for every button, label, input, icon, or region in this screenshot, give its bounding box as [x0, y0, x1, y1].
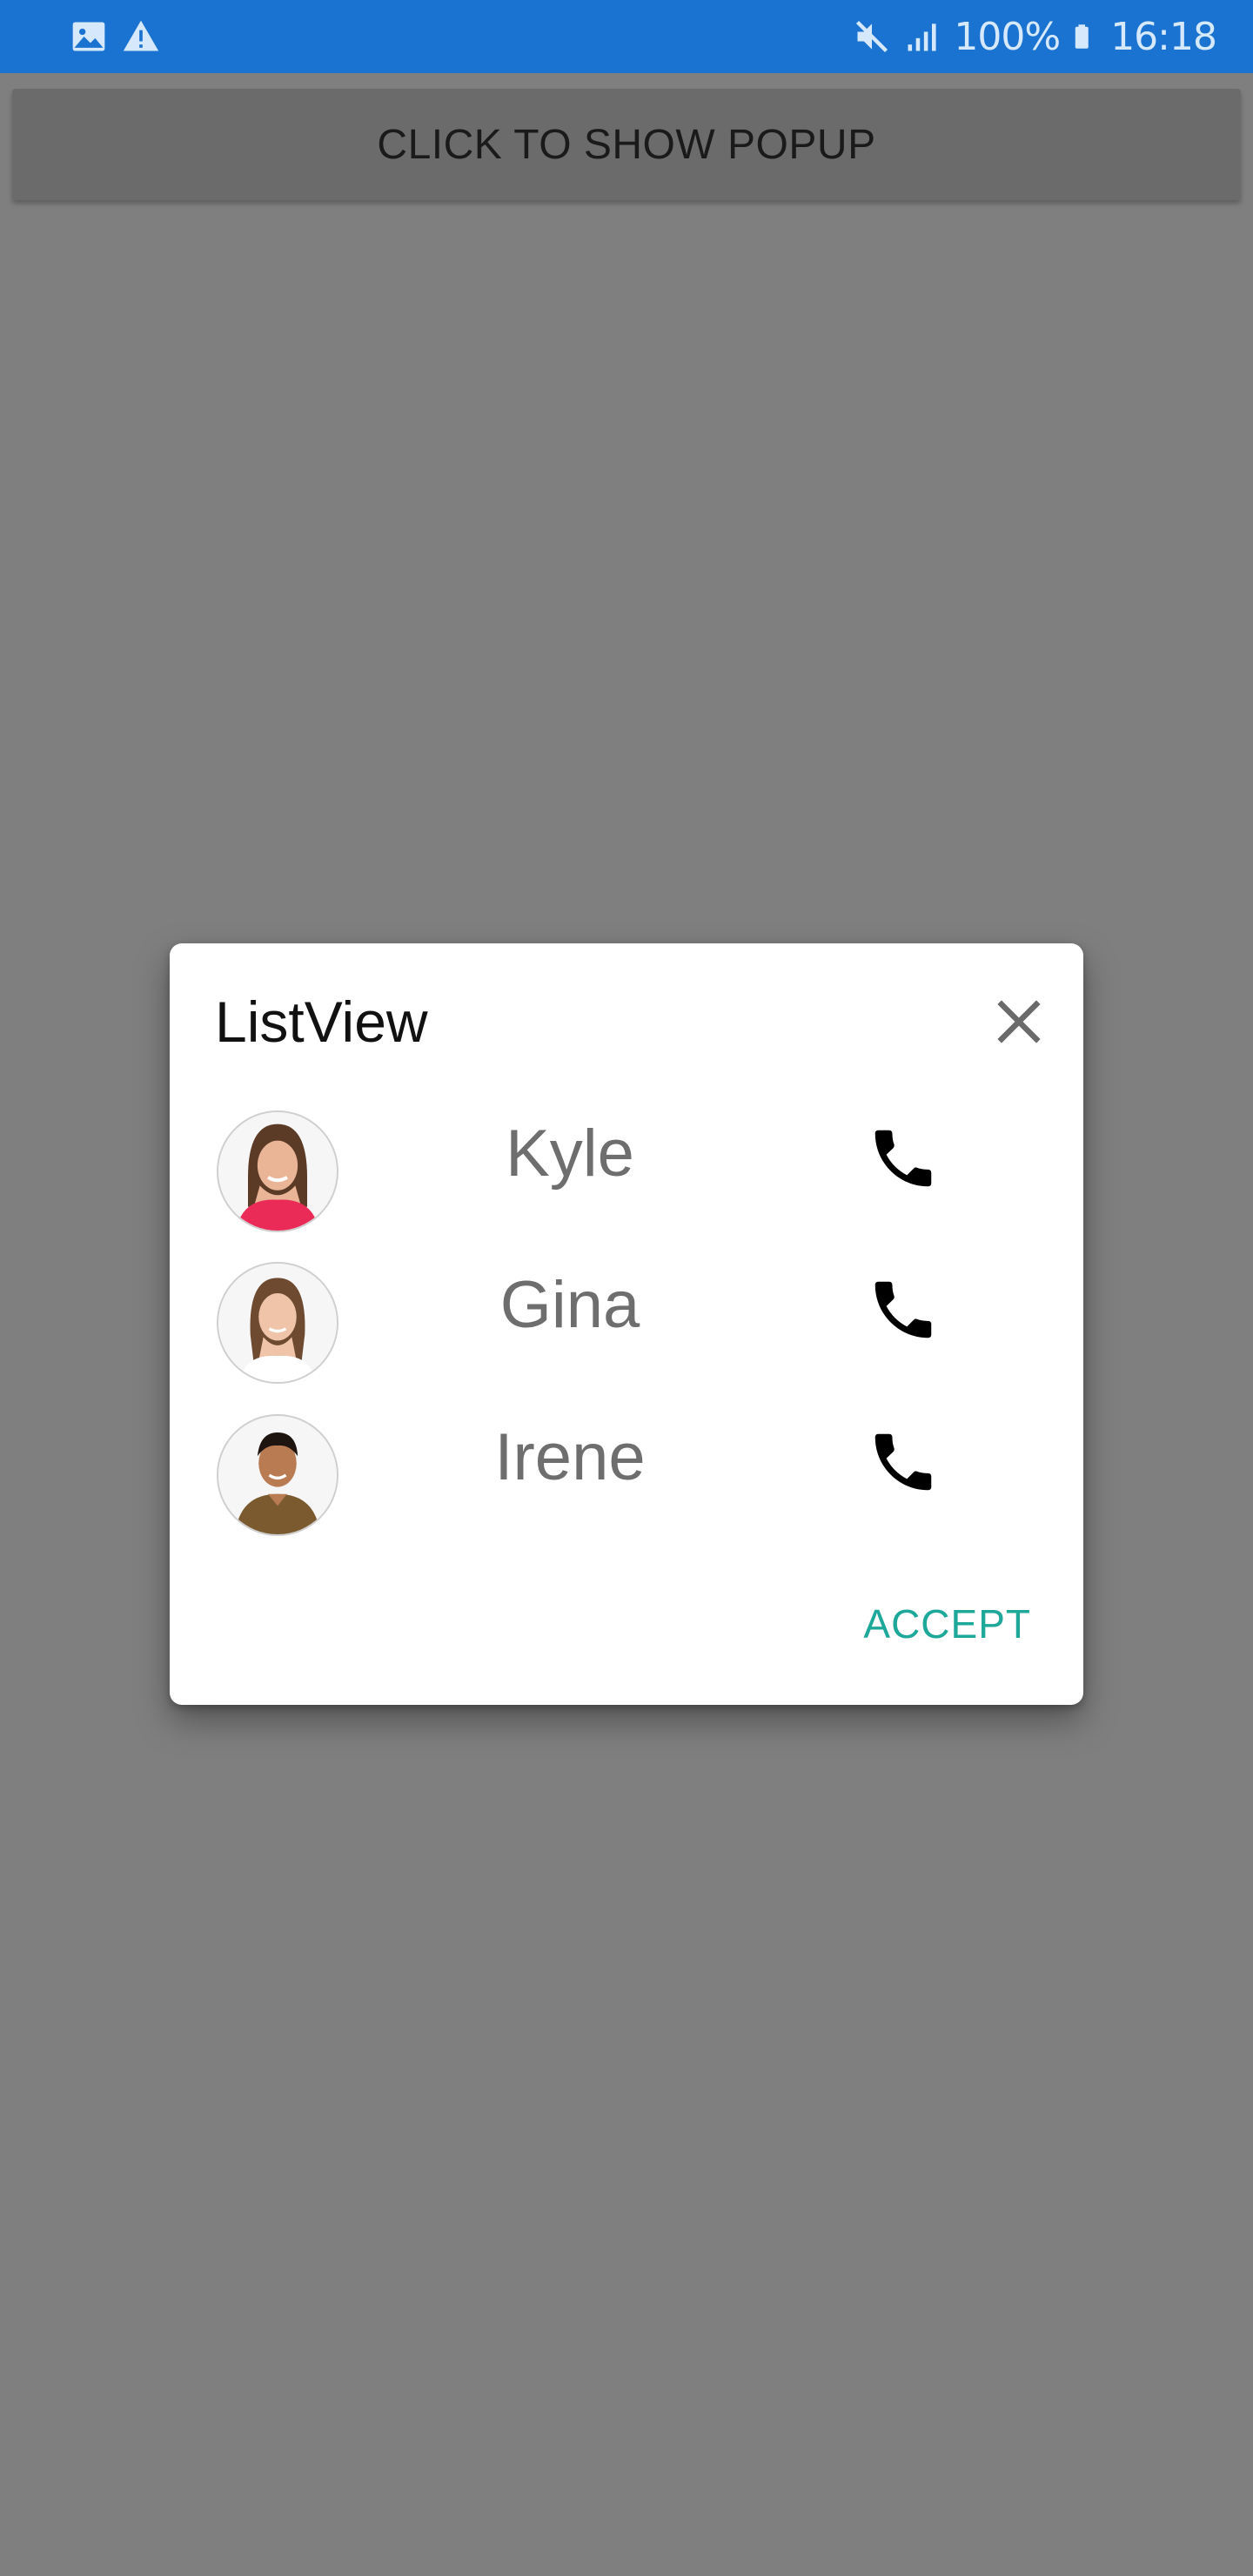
signal-icon	[908, 23, 936, 51]
avatar	[217, 1110, 338, 1232]
warning-icon	[123, 20, 159, 51]
contact-name: Gina	[499, 1268, 640, 1342]
contact-name: Kyle	[506, 1117, 634, 1191]
avatar-photo	[218, 1416, 337, 1534]
contact-name: Irene	[494, 1420, 646, 1494]
phone-icon[interactable]	[866, 1425, 941, 1499]
list-item[interactable]: Irene	[170, 943, 1083, 1536]
battery-percent: 100%	[954, 14, 1061, 59]
avatar-photo	[218, 1264, 337, 1382]
phone-icon[interactable]	[866, 1121, 941, 1196]
status-bar: 100% 16:18	[0, 0, 1253, 73]
clock: 16:18	[1110, 14, 1217, 59]
show-popup-button[interactable]: CLICK TO SHOW POPUP	[12, 89, 1241, 200]
image-icon	[72, 22, 105, 51]
phone-icon[interactable]	[866, 1272, 941, 1347]
avatar	[217, 1414, 338, 1536]
mute-icon	[856, 20, 888, 53]
avatar	[217, 1262, 338, 1384]
battery-icon	[1075, 24, 1089, 49]
accept-button[interactable]: ACCEPT	[863, 1600, 1031, 1647]
popup-dialog: ListView Kyle Gina Irene ACCEPT	[170, 943, 1083, 1705]
avatar-photo	[218, 1112, 337, 1231]
